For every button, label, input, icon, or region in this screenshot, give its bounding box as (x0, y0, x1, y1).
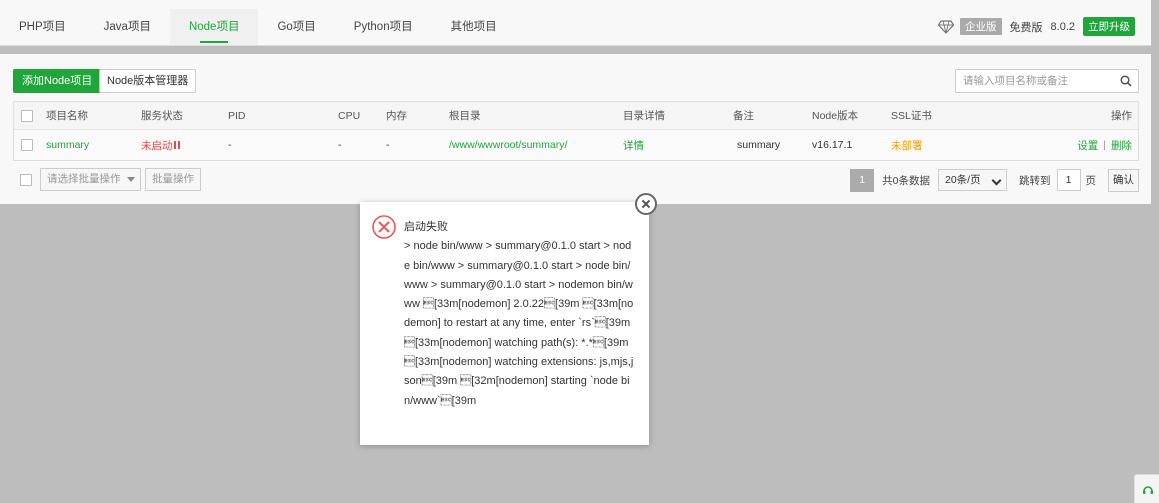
search-box (955, 69, 1139, 93)
root-dir-link[interactable]: /www/wwwroot/summary/ (449, 130, 567, 160)
ssl-status-link[interactable]: 未部署 (891, 130, 923, 160)
delete-link[interactable]: 删除 (1111, 138, 1132, 153)
table-row: summary 未启动 - - - /www/wwwroot/summary/ … (14, 130, 1138, 160)
start-failed-dialog: 启动失败 > node bin/www > summary@0.1.0 star… (360, 202, 649, 445)
page-number-current[interactable]: 1 (850, 168, 875, 192)
header-detail: 目录详情 (623, 110, 665, 122)
add-node-project-button[interactable]: 添加Node项目 (13, 69, 102, 93)
search-icon[interactable] (1120, 75, 1132, 87)
diamond-icon (938, 19, 955, 34)
cpu-value: - (338, 139, 342, 151)
remark-value[interactable]: summary (737, 130, 780, 160)
batch-operation-button[interactable]: 批量操作 (145, 168, 201, 191)
header-status: 服务状态 (141, 110, 183, 122)
tab-php[interactable]: PHP项目 (0, 9, 85, 45)
status-text: 未启动 (141, 139, 173, 152)
project-tabs: PHP项目 Java项目 Node项目 Go项目 Python项目 其他项目 (0, 9, 516, 45)
edition-badge: 企业版 (960, 18, 1002, 35)
header-cpu: CPU (338, 109, 361, 122)
tab-python[interactable]: Python项目 (335, 9, 432, 45)
jump-page-input[interactable]: 1 (1056, 169, 1081, 191)
tab-go[interactable]: Go项目 (258, 9, 334, 45)
node-version-manager-button[interactable]: Node版本管理器 (99, 69, 197, 93)
header-name[interactable]: 项目名称 (46, 102, 88, 129)
header-actions: 操作 (1111, 110, 1132, 122)
chevron-down-icon (991, 175, 1002, 186)
settings-link[interactable]: 设置 (1077, 138, 1098, 153)
header-root: 根目录 (449, 110, 481, 122)
project-type-tabbar: PHP项目 Java项目 Node项目 Go项目 Python项目 其他项目 企… (0, 0, 1151, 46)
search-input[interactable] (956, 70, 1106, 92)
memory-value: - (386, 139, 390, 151)
dialog-content: 启动失败 > node bin/www > summary@0.1.0 star… (404, 218, 636, 411)
support-icon (1143, 486, 1153, 494)
header-remark: 备注 (733, 110, 754, 122)
free-edition-label: 免费版 (1009, 21, 1043, 34)
dialog-title: 启动失败 (404, 221, 448, 233)
total-count: 共0条数据 (882, 174, 930, 187)
support-button[interactable] (1134, 474, 1159, 503)
jump-confirm-button[interactable]: 确认 (1108, 168, 1139, 192)
batch-select-placeholder: 请选择批量操作 (47, 173, 121, 185)
service-status[interactable]: 未启动 (141, 130, 180, 160)
tab-java[interactable]: Java项目 (85, 9, 170, 45)
row-actions: 设置 | 删除 (1077, 130, 1132, 160)
detail-link[interactable]: 详情 (623, 130, 644, 160)
dialog-message: > node bin/www > summary@0.1.0 start > n… (404, 240, 634, 407)
project-name-link[interactable]: summary (46, 130, 89, 160)
page-unit-label: 页 (1085, 174, 1097, 187)
select-all-checkbox[interactable] (21, 109, 33, 122)
page-size-select[interactable]: 20条/页 (938, 169, 1007, 191)
version-number: 8.0.2 (1050, 20, 1075, 33)
action-separator: | (1103, 139, 1106, 151)
close-icon[interactable] (635, 193, 657, 215)
jump-label: 跳转到 (1019, 174, 1051, 187)
upgrade-button[interactable]: 立即升级 (1083, 17, 1135, 36)
project-table: 项目名称 服务状态 PID CPU 内存 根目录 目录详情 备注 Node版本 … (13, 101, 1139, 161)
batch-operation-select[interactable]: 请选择批量操作 (40, 168, 141, 191)
table-header: 项目名称 服务状态 PID CPU 内存 根目录 目录详情 备注 Node版本 … (14, 102, 1138, 130)
caret-down-icon (127, 177, 135, 182)
row-select-cell (21, 130, 33, 160)
project-panel: 添加Node项目 Node版本管理器 项目名称 服务状态 PID CPU 内存 … (0, 54, 1151, 204)
pagination: 1 共0条数据 20条/页 跳转到 1 页 确认 (850, 168, 1139, 192)
tab-node[interactable]: Node项目 (169, 9, 259, 45)
header-pid: PID (228, 109, 246, 122)
table-footer: 请选择批量操作 批量操作 1 共0条数据 20条/页 跳转到 1 页 确认 (13, 168, 1139, 192)
row-checkbox[interactable] (21, 139, 33, 151)
error-circle-icon (372, 215, 396, 239)
footer-select-all-checkbox[interactable] (20, 174, 32, 186)
node-version-value: v16.17.1 (812, 139, 853, 151)
stopped-icon (173, 141, 180, 149)
select-all-cell (21, 102, 33, 129)
tab-other[interactable]: 其他项目 (432, 9, 516, 45)
version-area: 企业版 免费版 8.0.2 立即升级 (938, 17, 1135, 36)
header-node-version: Node版本 (812, 110, 859, 122)
page-size-value: 20条/页 (945, 174, 981, 186)
header-ssl: SSL证书 (891, 110, 932, 122)
pid-value: - (228, 139, 232, 151)
header-memory: 内存 (386, 110, 407, 122)
